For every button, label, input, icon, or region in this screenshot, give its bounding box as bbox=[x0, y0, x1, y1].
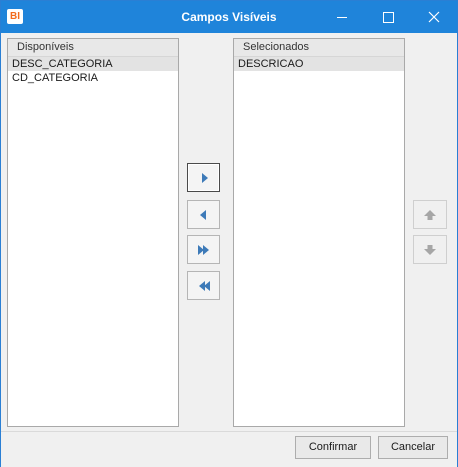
move-down-button[interactable] bbox=[413, 235, 447, 264]
close-icon bbox=[428, 11, 440, 23]
move-left-button[interactable] bbox=[187, 200, 220, 229]
minimize-icon bbox=[337, 16, 347, 18]
arrow-up-icon bbox=[424, 209, 436, 220]
maximize-icon bbox=[382, 11, 394, 23]
move-all-right-button[interactable] bbox=[187, 235, 220, 264]
double-arrow-left-icon bbox=[198, 280, 210, 291]
available-fields-header: Disponíveis bbox=[8, 39, 178, 57]
available-fields-list[interactable]: Disponíveis DESC_CATEGORIA CD_CATEGORIA bbox=[7, 38, 179, 427]
minimize-button[interactable] bbox=[319, 1, 365, 33]
dialog-window: BI Campos Visíveis Disponíveis DESC_CATE… bbox=[0, 0, 458, 467]
arrow-right-icon bbox=[201, 172, 208, 183]
list-item[interactable]: CD_CATEGORIA bbox=[8, 71, 178, 85]
dialog-footer: Confirmar Cancelar bbox=[1, 431, 457, 467]
arrow-left-icon bbox=[199, 209, 206, 220]
list-item[interactable]: DESC_CATEGORIA bbox=[8, 57, 178, 71]
selected-fields-header: Selecionados bbox=[234, 39, 404, 57]
title-bar[interactable]: BI Campos Visíveis bbox=[1, 1, 457, 33]
cancel-button[interactable]: Cancelar bbox=[378, 436, 448, 459]
move-all-left-button[interactable] bbox=[187, 271, 220, 300]
confirm-button[interactable]: Confirmar bbox=[295, 436, 371, 459]
move-up-button[interactable] bbox=[413, 200, 447, 229]
selected-fields-list[interactable]: Selecionados DESCRICAO bbox=[233, 38, 405, 427]
arrow-down-icon bbox=[424, 244, 436, 255]
maximize-button[interactable] bbox=[365, 1, 411, 33]
list-item[interactable]: DESCRICAO bbox=[234, 57, 404, 71]
double-arrow-right-icon bbox=[197, 244, 209, 255]
close-button[interactable] bbox=[411, 1, 457, 33]
move-right-button[interactable] bbox=[187, 163, 220, 192]
